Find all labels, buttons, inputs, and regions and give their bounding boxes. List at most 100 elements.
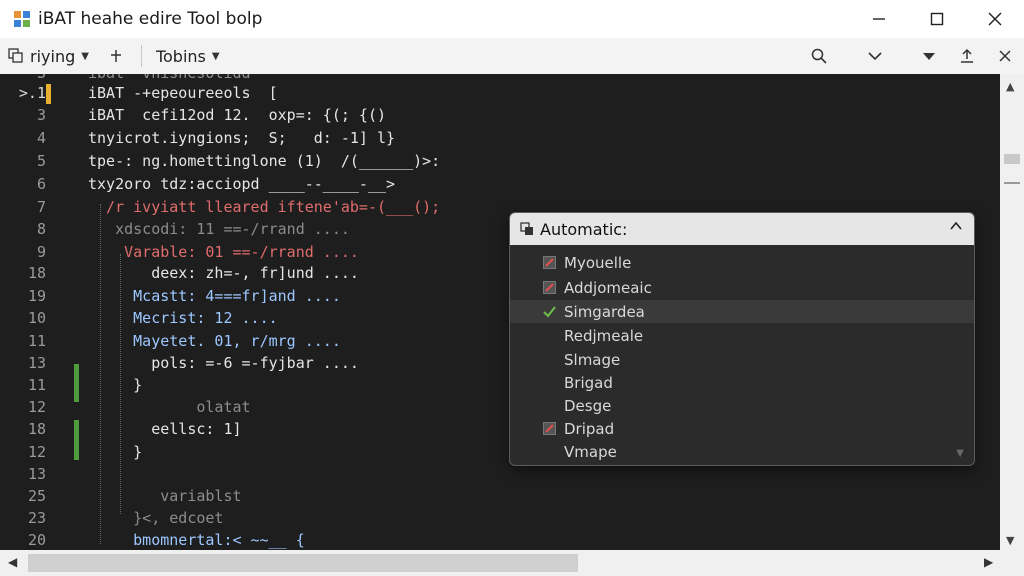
line-number: 13 xyxy=(27,354,46,372)
dropdown-caret-icon xyxy=(923,53,935,60)
window-controls xyxy=(850,0,1024,38)
upload-button[interactable] xyxy=(948,38,986,74)
scroll-position-marker xyxy=(1004,182,1020,184)
vertical-scrollbar[interactable]: ▲ ▼ xyxy=(1000,74,1024,550)
error-square-icon xyxy=(542,422,556,436)
minimize-button[interactable] xyxy=(850,0,908,38)
close-panel-button[interactable] xyxy=(986,38,1024,74)
code-line: Mecrist: 12 .... xyxy=(88,309,278,327)
scroll-down-icon[interactable]: ▼ xyxy=(1006,534,1014,547)
autocomplete-item-label: Desge xyxy=(564,396,612,415)
code-line: xdscodi: 11 ==-/rrand .... xyxy=(88,220,350,238)
line-number: 3 xyxy=(36,106,46,124)
autocomplete-header[interactable]: Automatic: xyxy=(510,213,974,245)
line-number: 23 xyxy=(27,509,46,527)
maximize-icon xyxy=(930,12,944,26)
window-title: iBAT heahe edire Tool bolp xyxy=(38,9,263,29)
autocomplete-item[interactable]: Addjomeaic xyxy=(510,276,974,299)
line-number: 11 xyxy=(27,332,46,350)
check-icon xyxy=(542,305,556,319)
tools-menu-label: Tobins xyxy=(155,46,206,66)
autocomplete-item-label: Dripad xyxy=(564,419,615,438)
line-number-current: >.1 xyxy=(18,84,46,102)
pin-icon xyxy=(110,50,121,62)
autocomplete-item-label: Myouelle xyxy=(564,253,632,272)
line-number: 7 xyxy=(36,198,46,216)
scroll-up-icon[interactable]: ▲ xyxy=(1006,80,1014,93)
suggestion-icon xyxy=(520,222,533,235)
search-icon xyxy=(811,48,827,64)
autocomplete-item-label: Slmage xyxy=(564,350,621,369)
code-line: tpe-: ng.homettinglone (1) /(______)>: xyxy=(88,152,441,170)
autocomplete-item[interactable]: Desge xyxy=(510,394,974,417)
title-bar: iBAT heahe edire Tool bolp xyxy=(0,0,1024,38)
code-line: /r ivyiatt lleared iftene'ab=-(___(); xyxy=(88,198,441,216)
view-menu-button[interactable]: riying ▼ xyxy=(0,38,97,74)
dropdown-button[interactable] xyxy=(910,38,948,74)
code-line: iBAT cefi12od 12. oxp=: {(; {() xyxy=(88,106,387,124)
line-number: 8 xyxy=(36,220,46,238)
modified-line-marker xyxy=(46,84,51,104)
view-menu-label: riying xyxy=(30,46,76,66)
toolbar-divider xyxy=(140,45,142,67)
maximize-button[interactable] xyxy=(908,0,966,38)
code-line: deex: zh=-, fr]und .... xyxy=(88,264,359,282)
upload-icon xyxy=(961,48,973,63)
added-lines-marker xyxy=(74,364,79,402)
autocomplete-item[interactable]: Vmape xyxy=(510,440,974,463)
line-number: 20 xyxy=(27,531,46,549)
line-number: 12 xyxy=(27,398,46,416)
line-number: 11 xyxy=(27,376,46,394)
autocomplete-item[interactable]: Redjmeale xyxy=(510,324,974,347)
chevron-down-icon: ▼ xyxy=(81,50,89,62)
code-line: iBAT -+epeoureeols [ xyxy=(88,84,278,102)
line-number: 6 xyxy=(36,175,46,193)
horizontal-scrollbar[interactable]: ◀ ▶ xyxy=(0,550,1024,576)
code-line: txy2oro tdz:acciopd ____--____-__> xyxy=(88,175,396,193)
line-number-gutter: 3 >.1 3 4 5 6 7 8 9 18 19 10 11 13 11 12… xyxy=(0,74,79,550)
error-square-icon xyxy=(542,256,556,270)
copy-icon xyxy=(8,48,23,63)
error-square-icon xyxy=(542,281,556,295)
horizontal-scroll-thumb[interactable] xyxy=(28,554,578,572)
minimize-icon xyxy=(873,18,885,20)
close-icon xyxy=(988,12,1002,26)
autocomplete-item-label: Redjmeale xyxy=(564,326,644,345)
autocomplete-item-label: Brigad xyxy=(564,373,613,392)
close-icon xyxy=(999,50,1011,62)
code-line: tnyicrot.iyngions; S; d: -1] l} xyxy=(88,129,396,147)
code-line: } xyxy=(88,376,143,394)
scroll-right-icon[interactable]: ▶ xyxy=(984,555,993,569)
chevron-up-icon[interactable] xyxy=(950,220,962,236)
tools-menu-button[interactable]: Tobins ▼ xyxy=(148,38,228,74)
autocomplete-item[interactable]: Brigad xyxy=(510,371,974,394)
code-line: bmomnertal:< ~~__ { xyxy=(88,531,305,549)
autocomplete-item[interactable]: Dripad xyxy=(510,417,974,440)
line-number: 4 xyxy=(36,129,46,147)
line-number: 9 xyxy=(36,243,46,261)
code-line: variablst xyxy=(88,487,242,505)
code-line: eellsc: 1] xyxy=(88,420,242,438)
line-number: 12 xyxy=(27,443,46,461)
expand-button[interactable] xyxy=(856,38,894,74)
pin-button[interactable] xyxy=(97,38,135,74)
autocomplete-popup: Automatic: Myouelle Addjomeaic Simgardea… xyxy=(509,212,975,466)
autocomplete-item-selected[interactable]: Simgardea xyxy=(510,300,974,323)
line-number: 18 xyxy=(27,264,46,282)
line-number: 25 xyxy=(27,487,46,505)
code-line: Mcastt: 4===fr]and .... xyxy=(88,287,341,305)
line-number: 10 xyxy=(27,309,46,327)
scroll-left-icon[interactable]: ◀ xyxy=(8,555,17,569)
vertical-scroll-thumb[interactable] xyxy=(1004,154,1020,164)
line-number: 5 xyxy=(36,152,46,170)
code-line: pols: =-6 =-fyjbar .... xyxy=(88,354,359,372)
toolbar: riying ▼ Tobins ▼ xyxy=(0,38,1024,75)
close-button[interactable] xyxy=(966,0,1024,38)
code-line: olatat xyxy=(88,398,251,416)
chevron-down-icon[interactable]: ▼ xyxy=(956,448,964,459)
line-number: 19 xyxy=(27,287,46,305)
search-button[interactable] xyxy=(800,38,838,74)
autocomplete-item[interactable]: Slmage xyxy=(510,348,974,371)
autocomplete-item[interactable]: Myouelle xyxy=(510,251,974,274)
chevron-down-icon xyxy=(868,52,882,61)
